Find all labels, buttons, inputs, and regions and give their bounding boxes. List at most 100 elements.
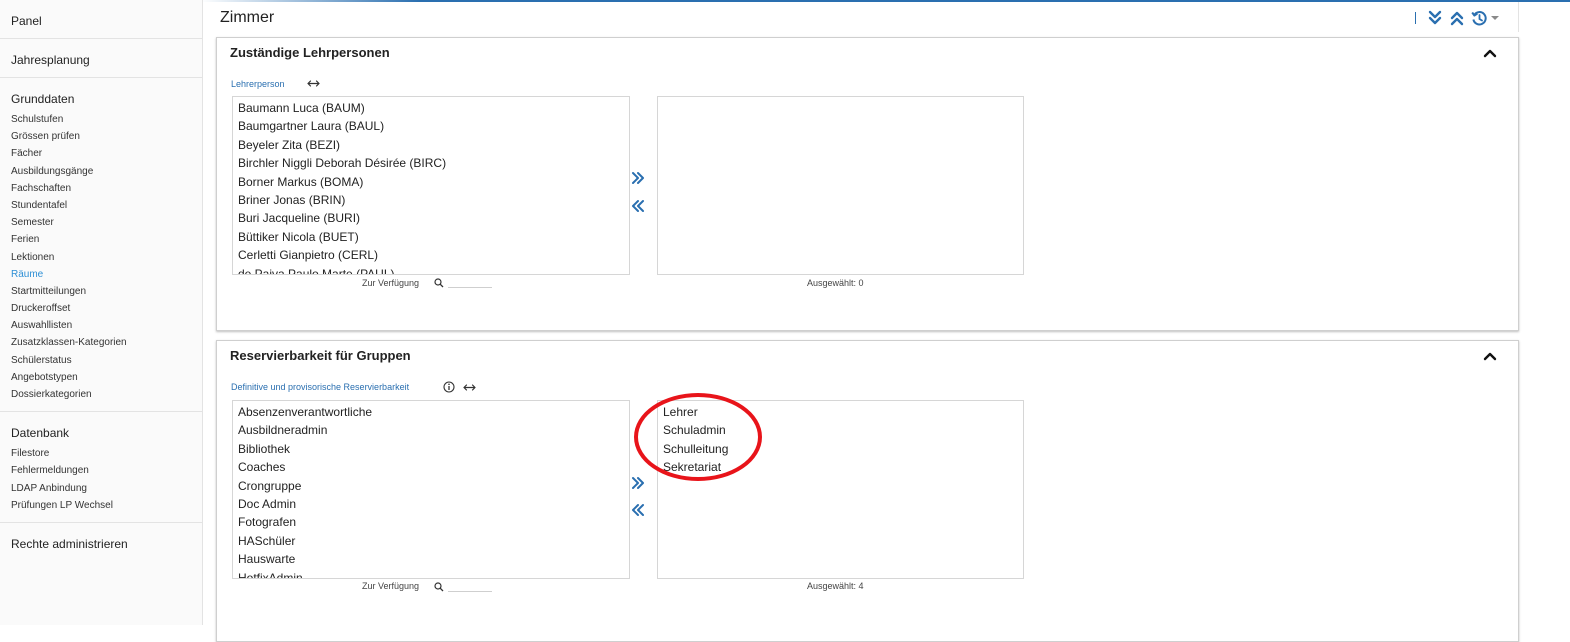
resize-horizontal-icon[interactable] bbox=[463, 383, 476, 392]
add-selected-button[interactable] bbox=[630, 476, 648, 492]
search-icon bbox=[434, 582, 444, 592]
list-item[interactable]: Doc Admin bbox=[233, 495, 629, 513]
list-item[interactable]: Bibliothek bbox=[233, 440, 629, 458]
list-item[interactable]: Ausbildneradmin bbox=[233, 421, 629, 439]
sidebar-item-druckeroffset[interactable]: Druckeroffset bbox=[11, 300, 202, 317]
sidebar-section-datenbank: Datenbank Filestore Fehlermeldungen LDAP A… bbox=[0, 412, 202, 523]
list-item[interactable]: Coaches bbox=[233, 458, 629, 476]
sidebar-item-auswahllisten[interactable]: Auswahllisten bbox=[11, 317, 202, 334]
info-icon[interactable] bbox=[443, 381, 455, 393]
panel-zustaendige-lehrpersonen: Zuständige Lehrpersonen Lehrerperson Bau… bbox=[216, 37, 1519, 331]
panel-reservierbarkeit-gruppen: Reservierbarkeit für Gruppen Definitive … bbox=[216, 340, 1519, 642]
history-dropdown[interactable] bbox=[1490, 8, 1500, 28]
sidebar-item-zusatzklassen-kategorien[interactable]: Zusatzklassen-Kategorien bbox=[11, 334, 202, 351]
sidebar-item-startmitteilungen[interactable]: Startmitteilungen bbox=[11, 283, 202, 300]
field-label-icons bbox=[443, 381, 476, 393]
list-item[interactable]: Birchler Niggli Deborah Désirée (BIRC) bbox=[233, 154, 629, 172]
list-item[interactable]: Borner Markus (BOMA) bbox=[233, 173, 629, 191]
sidebar-item-raeume[interactable]: Räume bbox=[11, 266, 202, 283]
add-selected-button[interactable] bbox=[630, 171, 648, 187]
list-items: Absenzenverantwortliche Ausbildneradmin Bi… bbox=[233, 401, 629, 578]
sidebar-item-dossierkategorien[interactable]: Dossierkategorien bbox=[11, 386, 202, 403]
sidebar-item-semester[interactable]: Semester bbox=[11, 214, 202, 231]
sidebar-item-ldap-anbindung[interactable]: LDAP Anbindung bbox=[11, 480, 202, 497]
chevron-up-icon bbox=[1483, 352, 1497, 361]
sidebar-item-ferien[interactable]: Ferien bbox=[11, 231, 202, 248]
list-item[interactable]: HASchüler bbox=[233, 532, 629, 550]
history-icon bbox=[1470, 10, 1487, 25]
collapse-all-icon bbox=[1450, 11, 1464, 26]
sidebar-item-rechte-administrieren[interactable]: Rechte administrieren bbox=[11, 537, 202, 551]
selected-caption: Ausgewählt: 0 bbox=[807, 278, 864, 288]
search-input[interactable] bbox=[448, 277, 492, 288]
double-chevron-left-icon bbox=[632, 504, 644, 516]
field-label-icons bbox=[307, 79, 320, 88]
expand-all-button[interactable] bbox=[1424, 8, 1446, 28]
list-item[interactable]: Fotografen bbox=[233, 513, 629, 531]
sidebar-section-panel: Panel bbox=[0, 0, 202, 39]
available-caption: Zur Verfügung bbox=[362, 278, 420, 288]
list-item[interactable]: Hauswarte bbox=[233, 550, 629, 568]
sidebar-item-lektionen[interactable]: Lektionen bbox=[11, 249, 202, 266]
list-item[interactable]: Briner Jonas (BRIN) bbox=[233, 191, 629, 209]
resize-horizontal-icon[interactable] bbox=[307, 79, 320, 88]
toolbar-separator bbox=[1415, 12, 1416, 24]
list-item[interactable]: Cerletti Gianpietro (CERL) bbox=[233, 246, 629, 264]
list-item[interactable]: HotfixAdmin bbox=[233, 569, 629, 578]
selected-lehrpersonen-list[interactable] bbox=[657, 96, 1024, 275]
collapse-panel-button[interactable] bbox=[1482, 46, 1498, 60]
selected-caption: Ausgewählt: 4 bbox=[807, 581, 864, 591]
sidebar-item-stundentafel[interactable]: Stundentafel bbox=[11, 197, 202, 214]
toolbar-end-divider bbox=[1518, 2, 1519, 32]
sidebar-item-filestore[interactable]: Filestore bbox=[11, 445, 202, 462]
available-search bbox=[434, 277, 492, 288]
available-search bbox=[434, 581, 492, 592]
list-item[interactable]: Absenzenverantwortliche bbox=[233, 403, 629, 421]
collapse-all-button[interactable] bbox=[1446, 8, 1468, 28]
list-items bbox=[658, 97, 1023, 99]
sidebar-item-angebotstypen[interactable]: Angebotstypen bbox=[11, 369, 202, 386]
list-item[interactable]: de Paiva Paulo Marte (PAUL) bbox=[233, 265, 629, 274]
sidebar-section-grunddaten: Grunddaten Schulstufen Grössen prüfen Fäch… bbox=[0, 78, 202, 413]
collapse-panel-button[interactable] bbox=[1482, 349, 1498, 363]
list-item[interactable]: Buri Jacqueline (BURI) bbox=[233, 209, 629, 227]
history-button[interactable] bbox=[1468, 8, 1490, 28]
sidebar-item-fehlermeldungen[interactable]: Fehlermeldungen bbox=[11, 462, 202, 479]
remove-selected-button[interactable] bbox=[630, 503, 648, 519]
expand-all-icon bbox=[1428, 10, 1442, 25]
sidebar-heading-datenbank: Datenbank bbox=[11, 426, 70, 441]
sidebar-item-pruefungen-lp-wechsel[interactable]: Prüfungen LP Wechsel bbox=[11, 497, 202, 514]
list-item[interactable]: Büttiker Nicola (BUET) bbox=[233, 228, 629, 246]
list-item[interactable]: Beyeler Zita (BEZI) bbox=[233, 136, 629, 154]
sidebar-item-faecher[interactable]: Fächer bbox=[11, 145, 202, 162]
remove-selected-button[interactable] bbox=[630, 199, 648, 215]
available-lehrpersonen-list[interactable]: Baumann Luca (BAUM) Baumgartner Laura (BA… bbox=[232, 96, 630, 275]
sidebar-datenbank-list: Filestore Fehlermeldungen LDAP Anbindung Pr… bbox=[11, 445, 202, 514]
page-title: Zimmer bbox=[220, 9, 275, 26]
sidebar-item-jahresplanung[interactable]: Jahresplanung bbox=[11, 53, 202, 67]
sidebar-item-ausbildungsgaenge[interactable]: Ausbildungsgänge bbox=[11, 163, 202, 180]
available-caption: Zur Verfügung bbox=[362, 581, 420, 591]
field-label-lehrerperson: Lehrerperson bbox=[231, 79, 285, 89]
sidebar-grunddaten-list: Schulstufen Grössen prüfen Fächer Ausbildun… bbox=[11, 111, 202, 403]
list-item[interactable]: Crongruppe bbox=[233, 477, 629, 495]
search-input[interactable] bbox=[448, 581, 492, 592]
double-chevron-left-icon bbox=[632, 200, 644, 212]
sidebar-item-schuelerstatus[interactable]: Schülerstatus bbox=[11, 352, 202, 369]
panel-title: Zuständige Lehrpersonen bbox=[230, 45, 390, 60]
available-gruppen-list[interactable]: Absenzenverantwortliche Ausbildneradmin Bi… bbox=[232, 400, 630, 579]
top-accent-bar bbox=[0, 0, 1570, 2]
sidebar-heading-grunddaten: Grunddaten bbox=[11, 92, 75, 106]
highlight-ellipse bbox=[634, 393, 762, 481]
sidebar-item-groessen-pruefen[interactable]: Grössen prüfen bbox=[11, 128, 202, 145]
list-item[interactable]: Baumgartner Laura (BAUL) bbox=[233, 117, 629, 135]
toolbar bbox=[1412, 2, 1519, 32]
sidebar: Panel Jahresplanung Grunddaten Schulstuf… bbox=[0, 0, 203, 625]
sidebar-item-fachschaften[interactable]: Fachschaften bbox=[11, 180, 202, 197]
sidebar-item-schulstufen[interactable]: Schulstufen bbox=[11, 111, 202, 128]
list-item[interactable]: Baumann Luca (BAUM) bbox=[233, 99, 629, 117]
chevron-up-icon bbox=[1483, 49, 1497, 58]
sidebar-section-jahresplanung: Jahresplanung bbox=[0, 39, 202, 78]
sidebar-item-panel[interactable]: Panel bbox=[11, 14, 202, 28]
double-chevron-right-icon bbox=[632, 477, 644, 489]
